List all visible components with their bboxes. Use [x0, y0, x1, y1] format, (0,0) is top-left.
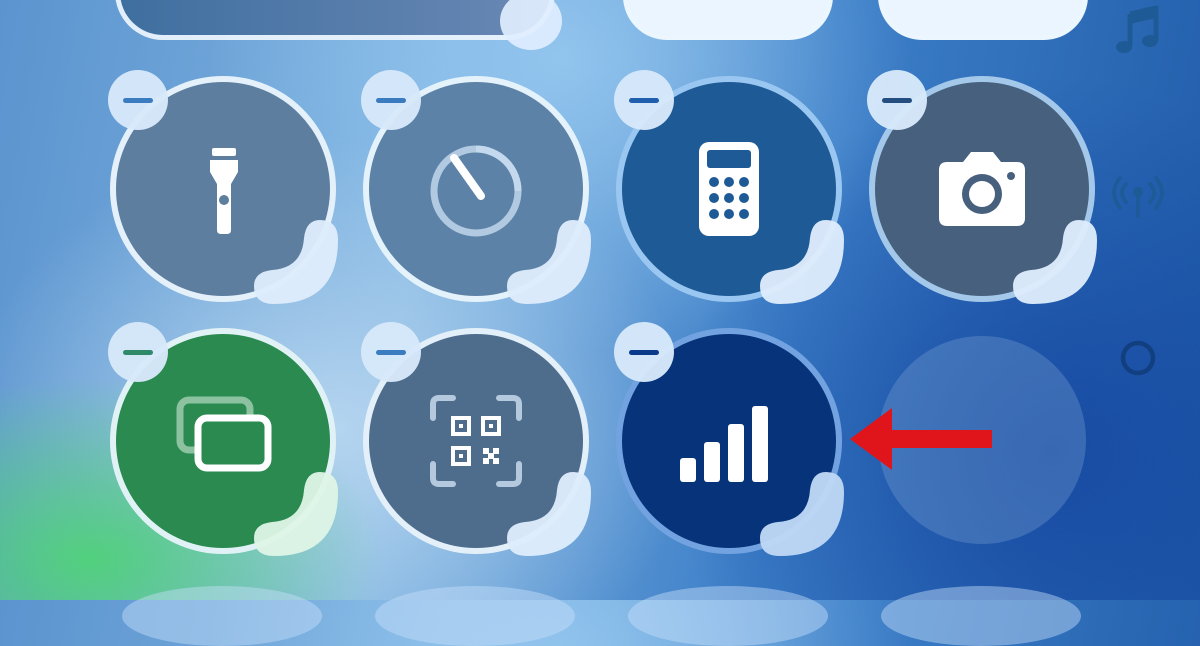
resize-handle[interactable]: [503, 468, 595, 560]
control-partial[interactable]: [628, 586, 828, 646]
cellular-data-control[interactable]: [614, 322, 844, 556]
minus-icon: [376, 349, 406, 355]
resize-handle[interactable]: [756, 468, 848, 560]
toggle-widget-partial-a[interactable]: [623, 0, 833, 40]
control-partial[interactable]: [122, 586, 322, 646]
resize-handle[interactable]: [250, 216, 342, 308]
timer-control[interactable]: [361, 70, 591, 304]
remove-control-button[interactable]: [614, 70, 674, 130]
screen-mirroring-control[interactable]: [108, 322, 338, 556]
remove-control-button[interactable]: [614, 322, 674, 382]
minus-icon: [882, 97, 912, 103]
calculator-control[interactable]: [614, 70, 844, 304]
control-center-edit-screen: [0, 0, 1200, 646]
widget-resize-handle[interactable]: [500, 0, 562, 50]
minus-icon: [629, 97, 659, 103]
toggle-widget-partial-b[interactable]: [878, 0, 1088, 40]
remove-control-button[interactable]: [108, 322, 168, 382]
camera-control[interactable]: [867, 70, 1097, 304]
minus-icon: [123, 97, 153, 103]
remove-control-button[interactable]: [867, 70, 927, 130]
resize-handle[interactable]: [503, 216, 595, 308]
flashlight-control[interactable]: [108, 70, 338, 304]
control-partial[interactable]: [881, 586, 1081, 646]
media-widget-partial[interactable]: [115, 0, 555, 40]
remove-control-button[interactable]: [108, 70, 168, 130]
remove-control-button[interactable]: [361, 70, 421, 130]
code-scanner-control[interactable]: [361, 322, 591, 556]
ring-icon[interactable]: [1112, 332, 1164, 384]
music-note-icon[interactable]: [1112, 4, 1164, 56]
minus-icon: [123, 349, 153, 355]
resize-handle[interactable]: [250, 468, 342, 560]
remove-control-button[interactable]: [361, 322, 421, 382]
annotation-arrow-icon: [850, 408, 992, 470]
control-partial[interactable]: [375, 586, 575, 646]
resize-handle[interactable]: [1009, 216, 1101, 308]
minus-icon: [376, 97, 406, 103]
minus-icon: [629, 349, 659, 355]
antenna-signal-icon[interactable]: [1112, 170, 1164, 222]
resize-handle[interactable]: [756, 216, 848, 308]
